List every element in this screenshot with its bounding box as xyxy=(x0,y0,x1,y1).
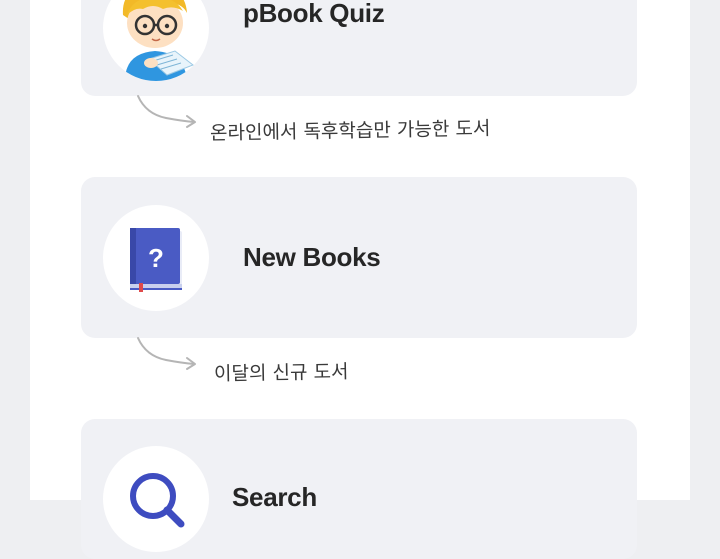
svg-text:?: ? xyxy=(148,243,164,273)
search-card[interactable]: Search xyxy=(81,419,637,559)
new-books-caption: 이달의 신규 도서 xyxy=(213,360,349,386)
new-books-card[interactable]: ? New Books xyxy=(81,177,637,338)
reading-child-icon xyxy=(103,0,209,81)
card-title: pBook Quiz xyxy=(243,0,385,28)
card-title: Search xyxy=(232,482,317,512)
question-book-icon: ? xyxy=(103,205,209,311)
curved-arrow-icon xyxy=(134,334,204,374)
pbook-quiz-card[interactable]: pBook Quiz xyxy=(81,0,637,96)
curved-arrow-icon xyxy=(134,92,204,132)
card-title: New Books xyxy=(243,242,381,272)
search-icon xyxy=(103,446,209,552)
pbook-quiz-caption: 온라인에서 독후학습만 가능한 도서 xyxy=(209,117,491,145)
